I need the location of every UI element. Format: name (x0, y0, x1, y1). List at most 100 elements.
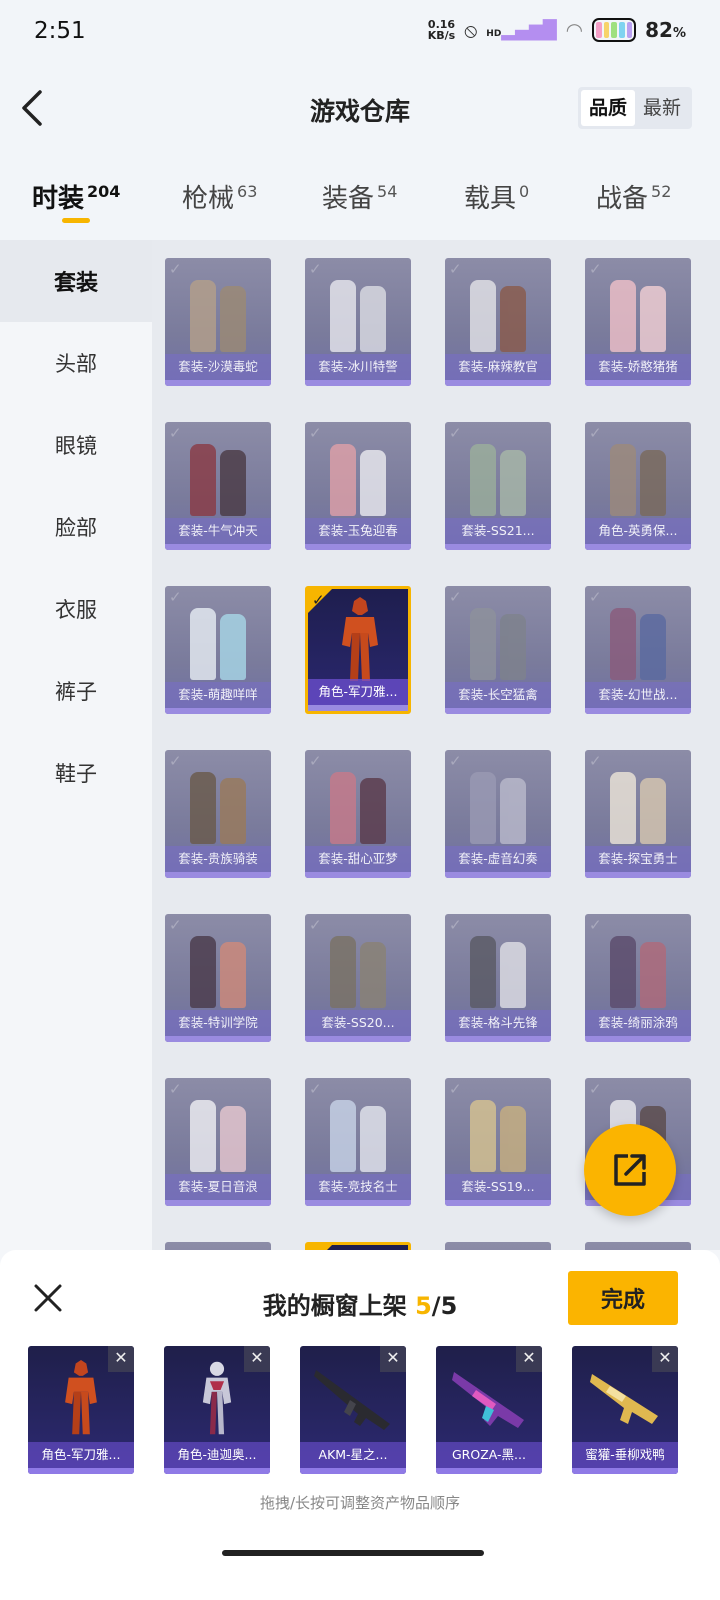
reorder-hint: 拖拽/长按可调整资产物品顺序 (259, 1494, 461, 1512)
sidebar-item-shoes[interactable]: 鞋子 (0, 732, 152, 814)
tab-guns[interactable]: 枪械 63 (182, 178, 257, 215)
tab-fashion[interactable]: 时装 204 (32, 178, 120, 215)
item-card[interactable]: ✓ 套装-沙漠毒蛇 (165, 258, 271, 386)
item-card[interactable]: ✓ 套装-绮丽涂鸦 (585, 914, 691, 1042)
outfit-image (319, 760, 397, 844)
shelf-item-label: 角色-迪迦奥... (164, 1442, 270, 1468)
external-link-icon (614, 1154, 646, 1186)
item-label: 角色-军刀雅... (308, 679, 408, 705)
item-card[interactable] (445, 1242, 551, 1250)
tab-vehicles[interactable]: 载具 0 (464, 178, 529, 215)
outfit-image (599, 760, 677, 844)
item-label: 套装-SS21... (445, 518, 551, 544)
remove-button[interactable]: ✕ (108, 1346, 134, 1372)
sidebar-item-face[interactable]: 脸部 (0, 486, 152, 568)
outfit-image (179, 268, 257, 352)
shelf-item[interactable]: ✕ 蜜獾-垂柳戏鸭 (572, 1346, 678, 1474)
item-card[interactable]: ✓ 套装-特训学院 (165, 914, 271, 1042)
sidebar-item-pants[interactable]: 裤子 (0, 650, 152, 732)
item-card[interactable]: ✓ 套装-贵族骑装 (165, 750, 271, 878)
outfit-image (179, 924, 257, 1008)
item-label: 套装-幻世战... (585, 682, 691, 708)
item-card[interactable]: ✓ 套装-竞技名士 (305, 1078, 411, 1206)
outfit-image (459, 924, 537, 1008)
item-label: 套装-沙漠毒蛇 (165, 354, 271, 380)
item-label: 套装-竞技名士 (305, 1174, 411, 1200)
status-bar: 2:51 0.16 KB/s ⦸ HD▂▄▆█ ◠ 82% (0, 0, 720, 66)
tab-gear[interactable]: 装备 54 (322, 178, 397, 215)
item-label: 套装-绮丽涂鸦 (585, 1010, 691, 1036)
sort-toggle: 品质 最新 (577, 87, 692, 129)
item-card[interactable]: ✓ 套装-幻世战... (585, 586, 691, 714)
outfit-image (179, 596, 257, 680)
outfit-image (319, 1088, 397, 1172)
shelf-item[interactable]: ✕ 角色-军刀雅... (28, 1346, 134, 1474)
outfit-image (179, 1088, 257, 1172)
item-card[interactable]: ✓ 套装-冰川特警 (305, 258, 411, 386)
sidebar-item-suits[interactable]: 套装 (0, 240, 152, 322)
check-icon: ✓ (312, 591, 325, 609)
shelf-item-label: 角色-军刀雅... (28, 1442, 134, 1468)
shelf-item-label: AKM-星之... (300, 1442, 406, 1468)
remove-button[interactable]: ✕ (380, 1346, 406, 1372)
remove-button[interactable]: ✕ (516, 1346, 542, 1372)
remove-button[interactable]: ✕ (652, 1346, 678, 1372)
item-card[interactable]: ✓ 套装-SS20... (305, 914, 411, 1042)
sidebar-item-clothes[interactable]: 衣服 (0, 568, 152, 650)
item-label: 套装-冰川特警 (305, 354, 411, 380)
character-image (342, 597, 378, 681)
battery-percent: 82% (645, 18, 686, 42)
item-card[interactable]: ✓ 套装-长空猛禽 (445, 586, 551, 714)
item-card[interactable]: ✓ 套装-甜心亚梦 (305, 750, 411, 878)
item-card[interactable]: ✓ 套装-麻辣教官 (445, 258, 551, 386)
item-label: 套装-格斗先锋 (445, 1010, 551, 1036)
outfit-image (319, 432, 397, 516)
net-speed: 0.16 KB/s (427, 18, 456, 42)
home-indicator[interactable] (222, 1550, 484, 1556)
item-card-selected[interactable]: ✓ 角色-军刀雅... (305, 586, 411, 714)
shelf-item[interactable]: ✕ AKM-星之... (300, 1346, 406, 1474)
item-card[interactable]: ✓ 套装-牛气冲天 (165, 422, 271, 550)
item-label: 套装-探宝勇士 (585, 846, 691, 872)
item-card[interactable]: ✓ 套装-SS19... (445, 1078, 551, 1206)
outfit-image (179, 432, 257, 516)
outfit-image (459, 1088, 537, 1172)
item-card[interactable]: ✓ 套装-娇憨猪猪 (585, 258, 691, 386)
item-card[interactable] (165, 1242, 271, 1250)
sidebar: 套装 头部 眼镜 脸部 衣服 裤子 鞋子 (0, 240, 152, 1250)
item-grid: ✓ 套装-沙漠毒蛇 ✓ 套装-冰川特警 ✓ 套装-麻辣教官 ✓ 套装-娇憨猪猪 ✓ 套装-… (152, 240, 720, 1250)
item-label: 套装-特训学院 (165, 1010, 271, 1036)
item-label: 角色-英勇保... (585, 518, 691, 544)
item-card[interactable]: ✓ 套装-格斗先锋 (445, 914, 551, 1042)
outfit-image (599, 268, 677, 352)
item-card[interactable]: ✓ 套装-虚音幻奏 (445, 750, 551, 878)
item-label: 套装-牛气冲天 (165, 518, 271, 544)
item-label: 套装-麻辣教官 (445, 354, 551, 380)
share-button[interactable] (584, 1124, 676, 1216)
done-button[interactable]: 完成 (568, 1271, 678, 1325)
header: 游戏仓库 品质 最新 (0, 66, 720, 156)
sidebar-item-head[interactable]: 头部 (0, 322, 152, 404)
item-card[interactable]: ✓ 套装-萌趣咩咩 (165, 586, 271, 714)
item-card-selected[interactable] (305, 1242, 411, 1250)
sort-quality[interactable]: 品质 (580, 90, 635, 126)
category-tabs: 时装 204 枪械 63 装备 54 载具 0 战备 52 (0, 156, 720, 240)
shelf-item[interactable]: ✕ GROZA-黑... (436, 1346, 542, 1474)
shelf-item[interactable]: ✕ 角色-迪迦奥... (164, 1346, 270, 1474)
sort-latest[interactable]: 最新 (635, 90, 689, 126)
battery-icon (592, 18, 637, 42)
item-card[interactable]: ✓ 套装-夏日音浪 (165, 1078, 271, 1206)
outfit-image (459, 268, 537, 352)
outfit-image (319, 268, 397, 352)
item-card[interactable] (585, 1242, 691, 1250)
sidebar-item-glasses[interactable]: 眼镜 (0, 404, 152, 486)
item-card[interactable]: ✓ 套装-玉兔迎春 (305, 422, 411, 550)
item-card[interactable]: ✓ 套装-SS21... (445, 422, 551, 550)
tab-supplies[interactable]: 战备 52 (596, 178, 671, 215)
item-card[interactable]: ✓ 角色-英勇保... (585, 422, 691, 550)
outfit-image (599, 924, 677, 1008)
item-card[interactable]: ✓ 套装-探宝勇士 (585, 750, 691, 878)
remove-button[interactable]: ✕ (244, 1346, 270, 1372)
item-label: 套装-SS19... (445, 1174, 551, 1200)
character-image (65, 1360, 97, 1435)
